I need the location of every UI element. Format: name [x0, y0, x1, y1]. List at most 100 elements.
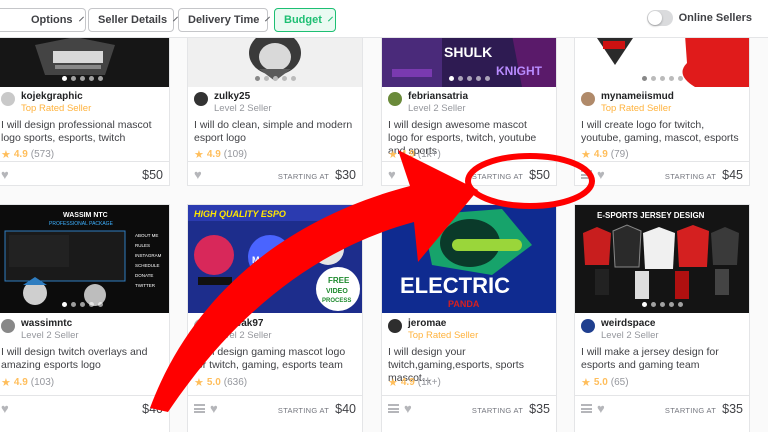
gig-title[interactable]: I will design gaming mascot logo for twi…	[194, 346, 354, 372]
gig-thumbnail[interactable]: HIGH QUALITY ESPO MAKOMG FREE VIDEO PROC…	[188, 205, 362, 313]
seller-details-filter[interactable]: Seller Details	[88, 8, 179, 32]
seller-info: kojekgraphic Top Rated Seller	[1, 91, 91, 115]
gig-rating: ★ 5.0 (636)	[194, 376, 247, 389]
seller-name[interactable]: jeromae	[408, 318, 478, 330]
rating-count: (636)	[223, 377, 248, 388]
seller-info: weirdspace Level 2 Seller	[581, 318, 659, 342]
gig-thumbnail[interactable]: ELECTRIC PANDA	[382, 205, 556, 313]
heart-icon[interactable]: ♥	[404, 402, 412, 415]
seller-info: febriansatria Level 2 Seller	[388, 91, 468, 115]
seller-level: Top Rated Seller	[21, 103, 92, 114]
seller-info: mynameiismud Top Rated Seller	[581, 91, 674, 115]
seller-level: Level 2 Seller	[21, 330, 79, 341]
gig-rating: ★ 5.0 (65)	[581, 376, 629, 389]
avatar	[581, 92, 595, 106]
gig-card[interactable]: kojekgraphic Top Rated Seller I will des…	[0, 38, 170, 186]
heart-icon[interactable]: ♥	[1, 402, 9, 415]
heart-icon[interactable]: ♥	[597, 168, 605, 181]
gig-card[interactable]: SHULK KNIGHT febriansatria Level 2 Selle…	[381, 38, 557, 186]
gig-rating: ★ 4.9 (573)	[1, 148, 54, 161]
gig-price: $45	[722, 167, 743, 182]
heart-icon[interactable]: ♥	[210, 402, 218, 415]
seller-level: Top Rated Seller	[408, 330, 479, 341]
gig-footer: ♥ STARTING AT $50	[382, 161, 556, 187]
gig-footer: ♥ STARTING AT $35	[575, 395, 749, 421]
gig-card[interactable]: E-SPORTS JERSEY DESIGN weirdspace Level …	[574, 204, 750, 432]
menu-icon[interactable]	[194, 404, 205, 413]
gig-title[interactable]: I will design professional mascot logo s…	[1, 119, 161, 145]
gig-card[interactable]: zulky25 Level 2 Seller I will do clean, …	[187, 38, 363, 186]
gig-price: $50	[142, 167, 163, 182]
price-wrap: STARTING AT $40	[278, 402, 356, 416]
seller-name[interactable]: fayfreak97	[214, 318, 272, 330]
gig-rating: ★ 4.9 (109)	[194, 148, 247, 161]
thumb-text-1: SHULK	[444, 44, 492, 60]
gig-thumbnail[interactable]	[575, 38, 749, 87]
rating-count: (109)	[223, 149, 248, 160]
star-icon: ★	[388, 377, 398, 389]
heart-icon[interactable]: ♥	[194, 168, 202, 181]
seller-name[interactable]: zulky25	[214, 91, 272, 103]
seller-level: Level 2 Seller	[214, 330, 272, 341]
seller-details-filter-label: Seller Details	[98, 14, 168, 26]
avatar	[581, 319, 595, 333]
chevron-down-icon	[78, 16, 84, 21]
delivery-time-filter[interactable]: Delivery Time	[178, 8, 271, 32]
star-icon: ★	[581, 377, 591, 389]
rating-count: (79)	[610, 149, 629, 160]
budget-filter[interactable]: Budget	[274, 8, 336, 32]
gig-thumbnail[interactable]: WASSIM NTC PROFESSIONAL PACKAGE ABOUT ME…	[0, 205, 169, 313]
starting-at-label: STARTING AT	[277, 171, 330, 181]
gig-title[interactable]: I will create logo for twitch, youtube, …	[581, 119, 741, 145]
gig-card[interactable]: HIGH QUALITY ESPO MAKOMG FREE VIDEO PROC…	[187, 204, 363, 432]
seller-name[interactable]: weirdspace	[601, 318, 659, 330]
avatar	[388, 92, 402, 106]
gig-price: $35	[722, 401, 743, 416]
gig-rating: ★ 4.9 (1k+)	[388, 376, 441, 389]
gig-title[interactable]: I will design twitch overlays and amazin…	[1, 346, 161, 372]
seller-info: zulky25 Level 2 Seller	[194, 91, 272, 115]
seller-name[interactable]: mynameiismud	[601, 91, 674, 103]
gig-card[interactable]: ELECTRIC PANDA jeromae Top Rated Seller …	[381, 204, 557, 432]
starting-at-label: STARTING AT	[664, 171, 717, 181]
thumb-text-1: WASSIM NTC	[63, 212, 108, 219]
gig-footer: ♥ $50	[0, 161, 169, 187]
gig-card[interactable]: mynameiismud Top Rated Seller I will cre…	[574, 38, 750, 186]
budget-filter-label: Budget	[284, 14, 322, 26]
online-sellers-toggle[interactable]	[646, 10, 673, 26]
menu-icon[interactable]	[581, 170, 592, 179]
price-wrap: STARTING AT $50	[472, 168, 550, 182]
thumb-menu-3: SCHEDULE	[135, 263, 160, 268]
thumb-title: E-SPORTS JERSEY DESIGN	[597, 211, 705, 220]
gig-price: $50	[529, 167, 550, 182]
gig-footer: ♥ STARTING AT $40	[188, 395, 362, 421]
gig-footer: ♥ STARTING AT $30	[188, 161, 362, 187]
heart-icon[interactable]: ♥	[388, 168, 396, 181]
seller-name[interactable]: wassimntc	[21, 318, 79, 330]
options-filter[interactable]: Options	[0, 8, 86, 32]
gig-card[interactable]: WASSIM NTC PROFESSIONAL PACKAGE ABOUT ME…	[0, 204, 170, 432]
avatar	[1, 92, 15, 106]
gig-price: $40	[142, 401, 163, 416]
heart-icon[interactable]: ♥	[597, 402, 605, 415]
thumb-menu-2: INSTAGRAM	[135, 253, 162, 258]
gig-thumbnail[interactable]: SHULK KNIGHT	[382, 38, 556, 87]
rating-count: (573)	[30, 149, 55, 160]
thumb-menu-0: ABOUT ME	[135, 233, 158, 238]
gig-thumbnail[interactable]: E-SPORTS JERSEY DESIGN	[575, 205, 749, 313]
starting-at-label: STARTING AT	[471, 171, 524, 181]
menu-icon[interactable]	[388, 404, 399, 413]
seller-name[interactable]: kojekgraphic	[21, 91, 91, 103]
price-wrap: STARTING AT $30	[278, 168, 356, 182]
rating-value: 5.0	[593, 377, 608, 388]
gig-thumbnail[interactable]	[0, 38, 169, 87]
toggle-knob	[647, 11, 662, 25]
seller-name[interactable]: febriansatria	[408, 91, 468, 103]
thumbnail-art: ELECTRIC PANDA	[382, 205, 556, 313]
heart-icon[interactable]: ♥	[1, 168, 9, 181]
gig-title[interactable]: I will do clean, simple and modern espor…	[194, 119, 354, 145]
carousel-dots	[575, 302, 749, 307]
gig-thumbnail[interactable]	[188, 38, 362, 87]
gig-title[interactable]: I will make a jersey design for esports …	[581, 346, 741, 372]
menu-icon[interactable]	[581, 404, 592, 413]
